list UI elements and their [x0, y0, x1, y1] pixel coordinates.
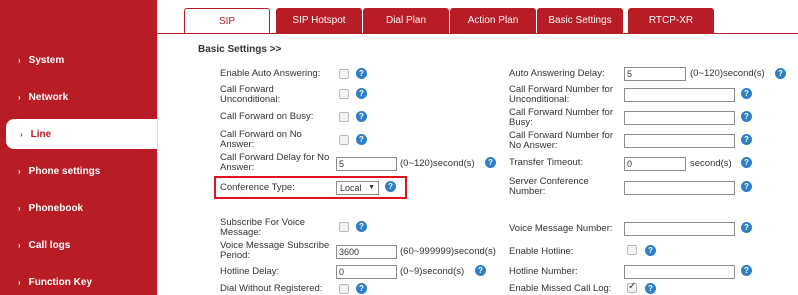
- sidebar-item-label: System: [28, 54, 65, 66]
- chevron-right-icon: ›: [18, 203, 21, 213]
- subscribe-voice-message-checkbox[interactable]: [339, 222, 349, 232]
- cf-number-unconditional-label: Call Forward Number for Unconditional:: [509, 84, 613, 105]
- help-icon[interactable]: ?: [356, 221, 367, 232]
- sidebar-item-phonebook[interactable]: › Phonebook: [0, 193, 157, 223]
- sidebar-item-label: Line: [30, 128, 52, 140]
- transfer-timeout-label: Transfer Timeout:: [509, 157, 584, 168]
- tab-sip[interactable]: SIP: [184, 8, 270, 34]
- call-forward-busy-label: Call Forward on Busy:: [220, 111, 314, 122]
- section-title: Basic Settings >>: [198, 44, 282, 55]
- call-forward-delay-label: Call Forward Delay for No Answer:: [220, 152, 330, 173]
- chevron-right-icon: ›: [18, 240, 21, 250]
- sidebar-item-system[interactable]: › System: [0, 45, 157, 75]
- transfer-timeout-unit: second(s): [690, 158, 732, 169]
- enable-hotline-label: Enable Hotline:: [509, 246, 574, 257]
- tab-basic-settings[interactable]: Basic Settings: [537, 8, 623, 33]
- cf-number-unconditional-input[interactable]: [624, 88, 735, 102]
- hotline-number-input[interactable]: [624, 265, 735, 279]
- help-icon[interactable]: ?: [385, 181, 396, 192]
- call-forward-no-answer-label: Call Forward on No Answer:: [220, 129, 302, 150]
- sidebar-item-function-key[interactable]: › Function Key: [0, 267, 157, 295]
- sidebar-item-label: Network: [28, 91, 69, 103]
- call-forward-delay-input[interactable]: 5: [336, 157, 397, 171]
- dropdown-arrow-icon: ▼: [368, 184, 375, 191]
- help-icon[interactable]: ?: [356, 283, 367, 294]
- help-icon[interactable]: ?: [356, 68, 367, 79]
- enable-missed-call-log-checkbox[interactable]: [627, 281, 637, 293]
- call-forward-busy-checkbox[interactable]: [339, 112, 349, 122]
- cf-number-no-answer-input[interactable]: [624, 134, 735, 148]
- conference-type-select[interactable]: Local ▼: [336, 181, 379, 195]
- sidebar-item-network[interactable]: › Network: [0, 82, 157, 112]
- tab-sip-hotspot[interactable]: SIP Hotspot: [276, 8, 362, 33]
- conference-type-value: Local: [340, 183, 362, 193]
- sidebar-item-label: Call logs: [28, 239, 71, 251]
- hotline-delay-label: Hotline Delay:: [220, 266, 280, 277]
- help-icon[interactable]: ?: [741, 134, 752, 145]
- transfer-timeout-input[interactable]: 0: [624, 157, 686, 171]
- sidebar-item-label: Phone settings: [28, 165, 101, 177]
- voice-message-number-input[interactable]: [624, 222, 735, 236]
- dial-without-registered-checkbox[interactable]: [339, 284, 349, 294]
- server-conference-number-label: Server Conference Number:: [509, 176, 589, 197]
- server-conference-number-input[interactable]: [624, 181, 735, 195]
- sidebar-item-label: Function Key: [28, 276, 93, 288]
- sidebar-item-call-logs[interactable]: › Call logs: [0, 230, 157, 260]
- help-icon[interactable]: ?: [356, 88, 367, 99]
- sidebar-item-line[interactable]: › Line: [6, 119, 157, 149]
- hotline-delay-input[interactable]: 0: [336, 265, 397, 279]
- call-forward-delay-unit: (0~120)second(s): [400, 158, 475, 169]
- help-icon[interactable]: ?: [741, 222, 752, 233]
- help-icon[interactable]: ?: [645, 245, 656, 256]
- help-icon[interactable]: ?: [356, 134, 367, 145]
- chevron-right-icon: ›: [18, 55, 21, 65]
- help-icon[interactable]: ?: [741, 157, 752, 168]
- tab-action-plan[interactable]: Action Plan: [450, 8, 536, 33]
- call-forward-unconditional-checkbox[interactable]: [339, 89, 349, 99]
- help-icon[interactable]: ?: [475, 265, 486, 276]
- enable-missed-call-log-label: Enable Missed Call Log:: [509, 283, 612, 294]
- help-icon[interactable]: ?: [775, 68, 786, 79]
- sidebar-item-phone-settings[interactable]: › Phone settings: [0, 156, 157, 186]
- chevron-right-icon: ›: [18, 92, 21, 102]
- help-icon[interactable]: ?: [741, 111, 752, 122]
- subscribe-voice-message-label: Subscribe For Voice Message:: [220, 217, 306, 238]
- help-icon[interactable]: ?: [485, 157, 496, 168]
- vm-subscribe-period-unit: (60~999999)second(s): [400, 246, 496, 257]
- enable-auto-answering-checkbox[interactable]: [339, 69, 349, 79]
- call-forward-unconditional-label: Call Forward Unconditional:: [220, 84, 281, 105]
- help-icon[interactable]: ?: [741, 181, 752, 192]
- help-icon[interactable]: ?: [741, 88, 752, 99]
- call-forward-no-answer-checkbox[interactable]: [339, 135, 349, 145]
- sidebar-curve: [0, 0, 157, 28]
- auto-answering-delay-unit: (0~120)second(s): [690, 68, 765, 79]
- dial-without-registered-label: Dial Without Registered:: [220, 283, 323, 294]
- enable-auto-answering-label: Enable Auto Answering:: [220, 68, 321, 79]
- auto-answering-delay-input[interactable]: 5: [624, 67, 686, 81]
- auto-answering-delay-label: Auto Answering Delay:: [509, 68, 605, 79]
- chevron-right-icon: ›: [20, 129, 23, 139]
- enable-hotline-checkbox[interactable]: [627, 245, 637, 255]
- help-icon[interactable]: ?: [741, 265, 752, 276]
- conference-type-label: Conference Type:: [220, 182, 295, 193]
- cf-number-busy-input[interactable]: [624, 111, 735, 125]
- vm-subscribe-period-input[interactable]: 3600: [336, 245, 397, 259]
- vm-subscribe-period-label: Voice Message Subscribe Period:: [220, 240, 330, 261]
- chevron-right-icon: ›: [18, 277, 21, 287]
- tab-dial-plan[interactable]: Dial Plan: [363, 8, 449, 33]
- hotline-delay-unit: (0~9)second(s): [400, 266, 465, 277]
- hotline-number-label: Hotline Number:: [509, 266, 578, 277]
- help-icon[interactable]: ?: [356, 111, 367, 122]
- help-icon[interactable]: ?: [645, 283, 656, 294]
- cf-number-no-answer-label: Call Forward Number for No Answer:: [509, 130, 613, 151]
- tab-rtcp-xr[interactable]: RTCP-XR: [628, 8, 714, 33]
- voice-message-number-label: Voice Message Number:: [509, 223, 613, 234]
- cf-number-busy-label: Call Forward Number for Busy:: [509, 107, 613, 128]
- sidebar-item-label: Phonebook: [28, 202, 84, 214]
- chevron-right-icon: ›: [18, 166, 21, 176]
